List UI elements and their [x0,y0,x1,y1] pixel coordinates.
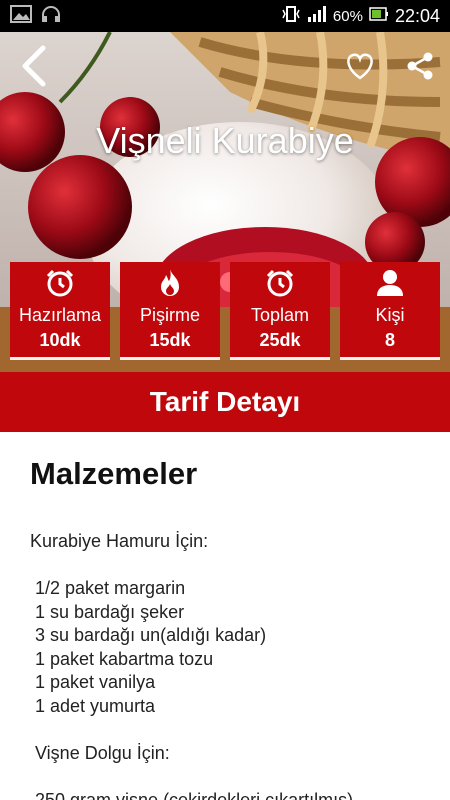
share-button[interactable] [398,44,442,88]
clock: 22:04 [394,5,440,26]
stat-label: Toplam [250,305,310,325]
ingredient-line: 1/2 paket margarin [30,578,186,598]
ingredients-section[interactable]: Malzemeler Kurabiye Hamuru İçin: 1/2 pak… [0,432,450,800]
section-title: Tarif Detayı [149,386,301,417]
battery-percent: 60% [332,7,363,25]
stat-value: 8 [384,330,395,350]
heart-icon [347,53,373,80]
ingredient-line [30,718,353,742]
recipe-stats: Hazırlama 10dk Pişirme 15dk Toplam 25dk … [10,262,440,360]
chevron-left-icon [22,45,46,87]
battery-icon [369,6,389,26]
status-bar: 60% 22:04 [0,0,450,32]
back-button[interactable] [12,44,56,88]
ingredient-line: 1 adet yumurta [30,695,156,716]
recipe-title: Vişneli Kurabiye [96,120,354,161]
ingredient-line: 1 paket kabartma tozu [30,648,214,669]
ingredient-line: Vişne Dolgu İçin: [30,742,170,763]
headphones-icon [40,5,62,28]
stat-cook-time: Pişirme 15dk [120,262,220,360]
share-icon [407,52,433,80]
ingredients-heading: Malzemeler [30,456,198,491]
stat-value: 10dk [39,330,81,350]
alarm-clock-icon [46,269,74,297]
favorite-button[interactable] [338,44,382,88]
alarm-clock-icon [266,269,294,297]
ingredient-line: Kurabiye Hamuru İçin: [30,531,209,551]
image-notification-icon [10,4,32,28]
ingredient-line [30,554,353,578]
ingredient-line: 3 su bardağı un(aldığı kadar) [30,625,267,645]
ingredient-line: 1 su bardağı şeker [30,601,185,622]
stat-servings: Kişi 8 [340,262,440,360]
vibrate-icon [281,5,301,27]
stat-label: Hazırlama [18,305,102,325]
ingredient-line [30,765,353,789]
person-icon [377,270,403,296]
stat-label: Kişi [375,305,405,325]
section-header: Tarif Detayı [0,372,450,432]
ingredient-line: 1 paket vanilya [30,672,156,692]
signal-icon [307,5,327,27]
stat-value: 15dk [149,330,191,350]
fire-icon [161,269,179,296]
stat-label: Pişirme [139,305,200,325]
ingredient-line: 250 gram vişne (çekirdekleri çıkartılmış… [30,789,354,800]
stat-total-time: Toplam 25dk [230,262,330,360]
ingredients-list: Kurabiye Hamuru İçin: 1/2 paket margarin… [30,530,353,800]
stat-value: 25dk [259,330,301,350]
recipe-hero: Vişneli Kurabiye Hazırlama 10dk Pişirme … [0,32,450,372]
stat-prep-time: Hazırlama 10dk [10,262,110,360]
